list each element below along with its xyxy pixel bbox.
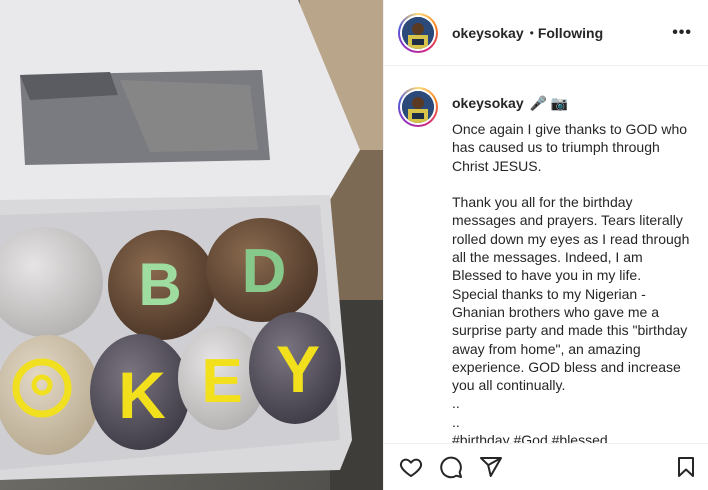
header-username[interactable]: okeysokay (452, 25, 524, 41)
caption-text: Once again I give thanks to GOD who has … (452, 121, 690, 443)
cookie-letter-k: K (118, 358, 166, 432)
comment-icon[interactable] (438, 454, 464, 480)
caption-username[interactable]: okeysokay (452, 95, 524, 111)
cookie-letter-d: D (242, 237, 287, 306)
cookie-letter-e: E (201, 347, 242, 416)
post-header: okeysokay • Following ••• (384, 0, 708, 66)
post-sidebar: okeysokay • Following ••• okeysokay 🎤 📷 … (383, 0, 708, 490)
avatar-image (402, 16, 434, 49)
separator-dot: • (529, 25, 534, 40)
caption-emoji: 🎤 📷 (529, 94, 569, 111)
following-button[interactable]: Following (538, 25, 603, 41)
paper-plane-icon[interactable] (478, 454, 504, 480)
post-photo[interactable]: B D K E Y (0, 0, 383, 490)
caption-avatar[interactable] (398, 87, 438, 127)
action-bar (384, 443, 708, 490)
avatar-image (402, 91, 434, 123)
more-options-icon[interactable]: ••• (672, 24, 692, 42)
cookie-letter-y: Y (276, 332, 320, 406)
cookie-box-photo: B D K E Y (0, 0, 383, 490)
cookie-letter-b: B (138, 251, 181, 318)
bookmark-icon[interactable] (673, 454, 699, 480)
comments-section: okeysokay 🎤 📷 Once again I give thanks t… (384, 67, 708, 443)
instagram-post: B D K E Y okeysokay • Following ••• okey… (0, 0, 708, 490)
caption: okeysokay 🎤 📷 Once again I give thanks t… (398, 87, 693, 443)
avatar[interactable] (398, 12, 438, 53)
heart-icon[interactable] (398, 454, 424, 480)
